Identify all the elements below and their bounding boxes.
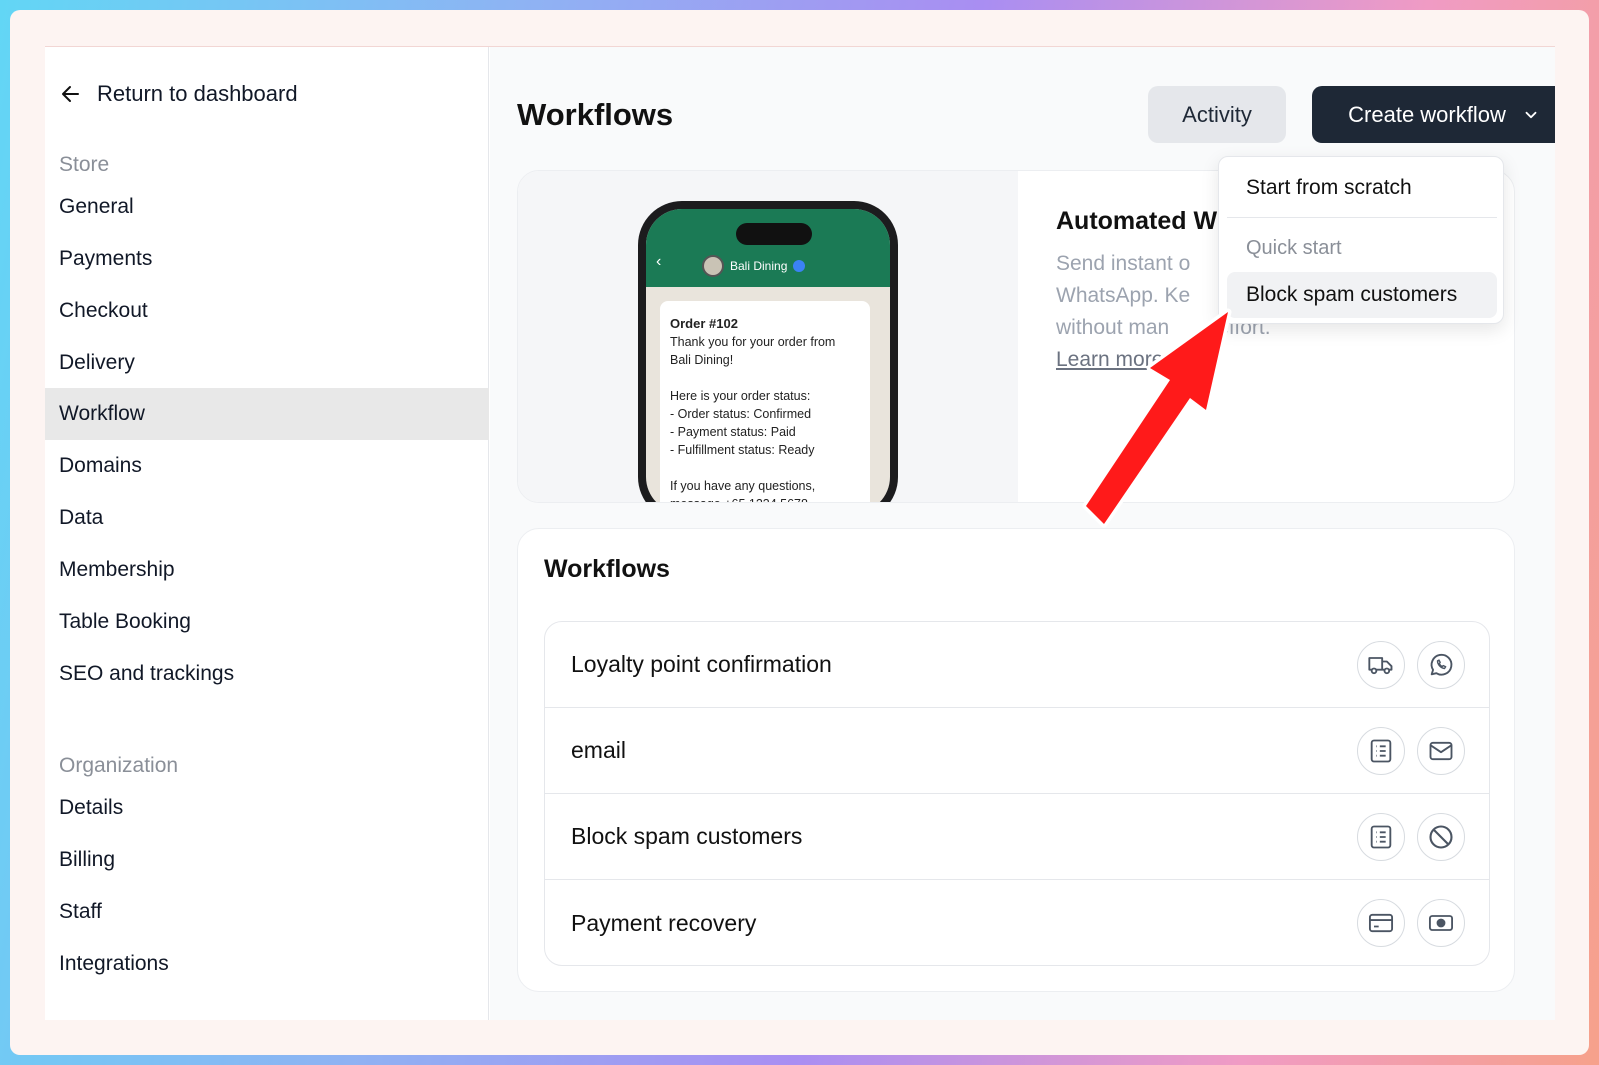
sidebar-item-domains[interactable]: Domains (45, 440, 489, 492)
mail-icon (1417, 727, 1465, 775)
chevron-down-icon (1525, 111, 1537, 118)
return-to-dashboard-label: Return to dashboard (97, 81, 298, 106)
sidebar-item-integrations[interactable]: Integrations (45, 938, 489, 990)
arrow-left-icon (62, 86, 79, 102)
phone-mockup: ‹ Bali Dining Order #102 Thank you for y… (638, 201, 898, 502)
sidebar-item-delivery[interactable]: Delivery (45, 337, 489, 389)
chat-back-icon: ‹ (656, 253, 662, 270)
workflow-row-payment-recovery[interactable]: Payment recovery (545, 880, 1489, 965)
phone-screen: ‹ Bali Dining Order #102 Thank you for y… (646, 209, 890, 502)
chat-title: Bali Dining (702, 255, 806, 277)
list-icon (1357, 727, 1405, 775)
message-bubble: Order #102 Thank you for your order from… (660, 301, 870, 502)
sidebar-item-workflow[interactable]: Workflow (45, 388, 489, 440)
workflow-row-block-spam[interactable]: Block spam customers (545, 794, 1489, 880)
sidebar-item-general[interactable]: General (45, 181, 489, 233)
sidebar-item-payments[interactable]: Payments (45, 233, 489, 285)
learn-more-link[interactable]: Learn more (1056, 348, 1496, 372)
message-line: Bali Dining! (670, 353, 734, 367)
block-icon (1417, 813, 1465, 861)
chat-avatar (702, 255, 724, 277)
credit-card-icon (1357, 899, 1405, 947)
workflow-name: Block spam customers (571, 823, 803, 849)
sidebar: Return to dashboard Store General Paymen… (45, 47, 489, 1020)
list-icon (1357, 813, 1405, 861)
activity-button[interactable]: Activity (1148, 86, 1286, 143)
sidebar-item-billing[interactable]: Billing (45, 834, 489, 886)
phone-notch (736, 223, 812, 245)
sidebar-item-table-booking[interactable]: Table Booking (45, 596, 489, 648)
message-line: message +65 1234 5678 (670, 495, 860, 502)
order-number: Order #102 (670, 316, 738, 331)
sidebar-item-seo[interactable]: SEO and trackings (45, 648, 489, 700)
page-title: Workflows (517, 97, 674, 132)
cash-icon (1417, 899, 1465, 947)
workflows-card: Workflows Loyalty point confirmation ema… (517, 528, 1515, 992)
message-line: - Payment status: Paid (670, 425, 796, 439)
sidebar-item-details[interactable]: Details (45, 782, 489, 834)
dropdown-divider (1227, 217, 1497, 218)
start-from-scratch-option[interactable]: Start from scratch (1227, 165, 1497, 211)
create-workflow-button[interactable]: Create workflow (1312, 86, 1555, 143)
sidebar-item-membership[interactable]: Membership (45, 544, 489, 596)
workflow-name: email (571, 737, 626, 763)
message-line: - Fulfillment status: Ready (670, 443, 815, 457)
sidebar-item-data[interactable]: Data (45, 492, 489, 544)
workflow-row-email[interactable]: email (545, 708, 1489, 794)
verified-icon (793, 260, 806, 272)
create-workflow-label: Create workflow (1348, 101, 1506, 127)
truck-icon (1357, 641, 1405, 689)
workflow-name: Loyalty point confirmation (571, 651, 832, 677)
workflows-list: Loyalty point confirmation email Block s… (544, 621, 1490, 966)
quick-start-label: Quick start (1246, 237, 1342, 259)
section-title-organization: Organization (59, 754, 179, 777)
message-line: If you have any questions, (670, 479, 816, 493)
workflows-list-title: Workflows (544, 555, 670, 583)
create-workflow-dropdown: Start from scratch Quick start Block spa… (1218, 156, 1504, 324)
section-title-store: Store (59, 153, 110, 176)
chat-header: ‹ Bali Dining (646, 209, 890, 287)
sidebar-item-staff[interactable]: Staff (45, 886, 489, 938)
return-to-dashboard-link[interactable]: Return to dashboard (59, 81, 298, 107)
chat-name: Bali Dining (730, 259, 788, 273)
block-spam-customers-option[interactable]: Block spam customers (1227, 272, 1497, 318)
whatsapp-icon (1417, 641, 1465, 689)
message-line: Here is your order status: (670, 389, 811, 403)
workflow-name: Payment recovery (571, 909, 757, 936)
workflow-row-loyalty[interactable]: Loyalty point confirmation (545, 622, 1489, 708)
sidebar-item-checkout[interactable]: Checkout (45, 285, 489, 337)
message-line: - Order status: Confirmed (670, 407, 812, 421)
message-line: Thank you for your order from (670, 335, 836, 349)
promo-illustration: ‹ Bali Dining Order #102 Thank you for y… (518, 171, 1018, 502)
